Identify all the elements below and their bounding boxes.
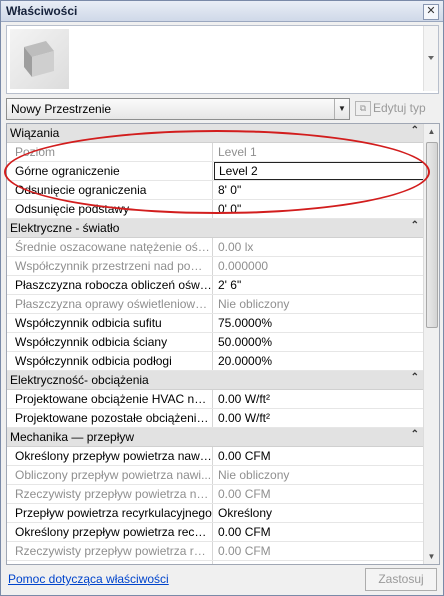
property-name: Przepływ powietrza recyrkulacyjnego [7, 504, 213, 522]
property-value[interactable]: 0.00 CFM [214, 523, 424, 541]
chevron-down-icon [428, 56, 434, 60]
property-row: Odsunięcie podstawy 0' 0" [7, 200, 424, 219]
category-label: Mechanika — przepływ [10, 430, 135, 444]
property-value[interactable]: 50.0000% [214, 333, 424, 351]
type-selector-value: Nowy Przestrzenie [11, 102, 112, 116]
collapse-chevron-icon[interactable]: ⌃ [411, 125, 419, 136]
property-name: Współczynnik odbicia podłogi [7, 352, 213, 370]
property-row: Rzeczywisty przepływ powietrza rec... 0.0… [7, 542, 424, 561]
close-icon[interactable]: ✕ [423, 4, 439, 20]
family-thumbnail [10, 29, 69, 89]
type-preview [6, 25, 439, 94]
property-name: Współczynnik odbicia ściany [7, 333, 213, 351]
property-row: Określony przepływ powietrza nawi... 0.00… [7, 447, 424, 466]
property-row: Określony przepływ powietrza usu...0.00 … [7, 561, 424, 564]
type-selector-dropdown[interactable]: Nowy Przestrzenie ▼ [6, 98, 350, 120]
property-value[interactable]: 75.0000% [214, 314, 424, 332]
chevron-down-icon[interactable]: ▼ [334, 99, 349, 119]
category-label: Elektryczne - światło [10, 221, 120, 235]
property-name: Rzeczywisty przepływ powietrza rec... [7, 542, 213, 560]
property-value[interactable]: 0.00 W/ft² [214, 390, 424, 408]
properties-grid: Wiązania ⌃ Poziom Level 1 Górne ograniczenie… [6, 123, 440, 565]
property-value: Nie obliczony [218, 468, 290, 482]
property-row: Płaszczyzna robocza obliczeń oświe... 2' … [7, 276, 424, 295]
property-row: Przepływ powietrza recyrkulacyjnego Okreś… [7, 504, 424, 523]
help-link[interactable]: Pomoc dotycząca właściwości [8, 572, 169, 586]
property-value[interactable]: 0.00 W/ft² [214, 409, 424, 427]
property-row: Współczynnik przestrzeni nad pomi... 0.00… [7, 257, 424, 276]
property-name: Obliczony przepływ powietrza nawi... [7, 466, 213, 484]
property-name: Określony przepływ powietrza nawi... [7, 447, 213, 465]
category-header[interactable]: Elektryczne - światło ⌃ [7, 219, 424, 238]
edit-type-button[interactable]: ⧉ Edytuj typ [355, 99, 439, 117]
property-name: Współczynnik przestrzeni nad pomi... [7, 257, 213, 275]
property-name: Określony przepływ powietrza recyr... [7, 523, 213, 541]
collapse-chevron-icon[interactable]: ⌃ [411, 429, 419, 440]
property-value: Nie obliczony [218, 297, 290, 311]
property-name: Średnie oszacowane natężenie oświ... [7, 238, 213, 256]
property-value[interactable]: 2' 6" [214, 276, 424, 294]
scroll-down-icon[interactable]: ▼ [424, 549, 439, 564]
property-row: Współczynnik odbicia sufitu 75.0000% [7, 314, 424, 333]
property-name: Projektowane obciążenie HVAC na ... [7, 390, 213, 408]
category-header[interactable]: Mechanika — przepływ ⌃ [7, 428, 424, 447]
property-row: Odsunięcie ograniczenia 8' 0" [7, 181, 424, 200]
property-name: Rzeczywisty przepływ powietrza na... [7, 485, 213, 503]
property-name: Odsunięcie podstawy [7, 200, 213, 218]
property-name: Odsunięcie ograniczenia [7, 181, 213, 199]
type-selector-bar: Nowy Przestrzenie ▼ ⧉ Edytuj typ [6, 98, 438, 120]
scroll-up-icon[interactable]: ▲ [424, 124, 439, 139]
property-name: Płaszczyzna oprawy oświetleniowej... [7, 295, 213, 313]
property-value: 0.000000 [218, 259, 269, 273]
property-name: Określony przepływ powietrza usu... [7, 561, 213, 564]
property-row: Rzeczywisty przepływ powietrza na... 0.00… [7, 485, 424, 504]
property-row: Określony przepływ powietrza recyr... 0.0… [7, 523, 424, 542]
properties-window: Właściwości ✕ Nowy Przestrzenie ▼ ⧉ Edyt… [0, 0, 444, 596]
collapse-chevron-icon[interactable]: ⌃ [411, 372, 419, 383]
property-value: 0.00 CFM [218, 487, 271, 501]
property-row: Projektowane obciążenie HVAC na ... 0.00 … [7, 390, 424, 409]
properties-rows: Wiązania ⌃ Poziom Level 1 Górne ograniczenie… [7, 124, 424, 564]
scroll-thumb[interactable] [426, 142, 438, 328]
collapse-chevron-icon[interactable]: ⌃ [411, 220, 419, 231]
property-value[interactable]: 8' 0" [214, 181, 424, 199]
property-value[interactable]: 0.00 CFM [214, 561, 424, 564]
property-name: Projektowane pozostałe obciążenia... [7, 409, 213, 427]
property-name: Górne ograniczenie [7, 162, 213, 180]
category-header[interactable]: Elektryczność- obciążenia ⌃ [7, 371, 424, 390]
property-row: Współczynnik odbicia podłogi 20.0000% [7, 352, 424, 371]
property-row: Obliczony przepływ powietrza nawi... Nie … [7, 466, 424, 485]
edit-type-icon: ⧉ [355, 101, 371, 116]
property-value[interactable]: 0.00 CFM [214, 447, 424, 465]
category-label: Elektryczność- obciążenia [10, 373, 149, 387]
property-value[interactable]: 20.0000% [214, 352, 424, 370]
property-value: 0.00 CFM [218, 544, 271, 558]
apply-button[interactable]: Zastosuj [365, 568, 437, 591]
property-value[interactable]: 0' 0" [214, 200, 424, 218]
window-title: Właściwości [6, 4, 78, 18]
family-cube-icon [24, 41, 54, 77]
category-label: Wiązania [10, 126, 60, 140]
property-value[interactable]: Określony [214, 504, 424, 522]
property-row: Współczynnik odbicia ściany 50.0000% [7, 333, 424, 352]
category-header[interactable]: Wiązania ⌃ [7, 124, 424, 143]
property-row: Poziom Level 1 [7, 143, 424, 162]
property-name: Współczynnik odbicia sufitu [7, 314, 213, 332]
edit-type-label: Edytuj typ [373, 101, 426, 115]
property-name: Płaszczyzna robocza obliczeń oświe... [7, 276, 213, 294]
property-value[interactable]: Level 2 [214, 162, 424, 180]
grid-scrollbar[interactable]: ▲ ▼ [423, 124, 439, 564]
title-bar: Właściwości ✕ [1, 1, 443, 22]
property-name: Poziom [7, 143, 213, 161]
property-row: Górne ograniczenie Level 2 [7, 162, 424, 181]
property-row: Płaszczyzna oprawy oświetleniowej... Nie … [7, 295, 424, 314]
property-row: Projektowane pozostałe obciążenia... 0.00… [7, 409, 424, 428]
property-row: Średnie oszacowane natężenie oświ... 0.00… [7, 238, 424, 257]
preview-scrollbar[interactable] [423, 26, 438, 91]
property-value: 0.00 lx [218, 240, 254, 254]
property-value: Level 1 [218, 145, 257, 159]
